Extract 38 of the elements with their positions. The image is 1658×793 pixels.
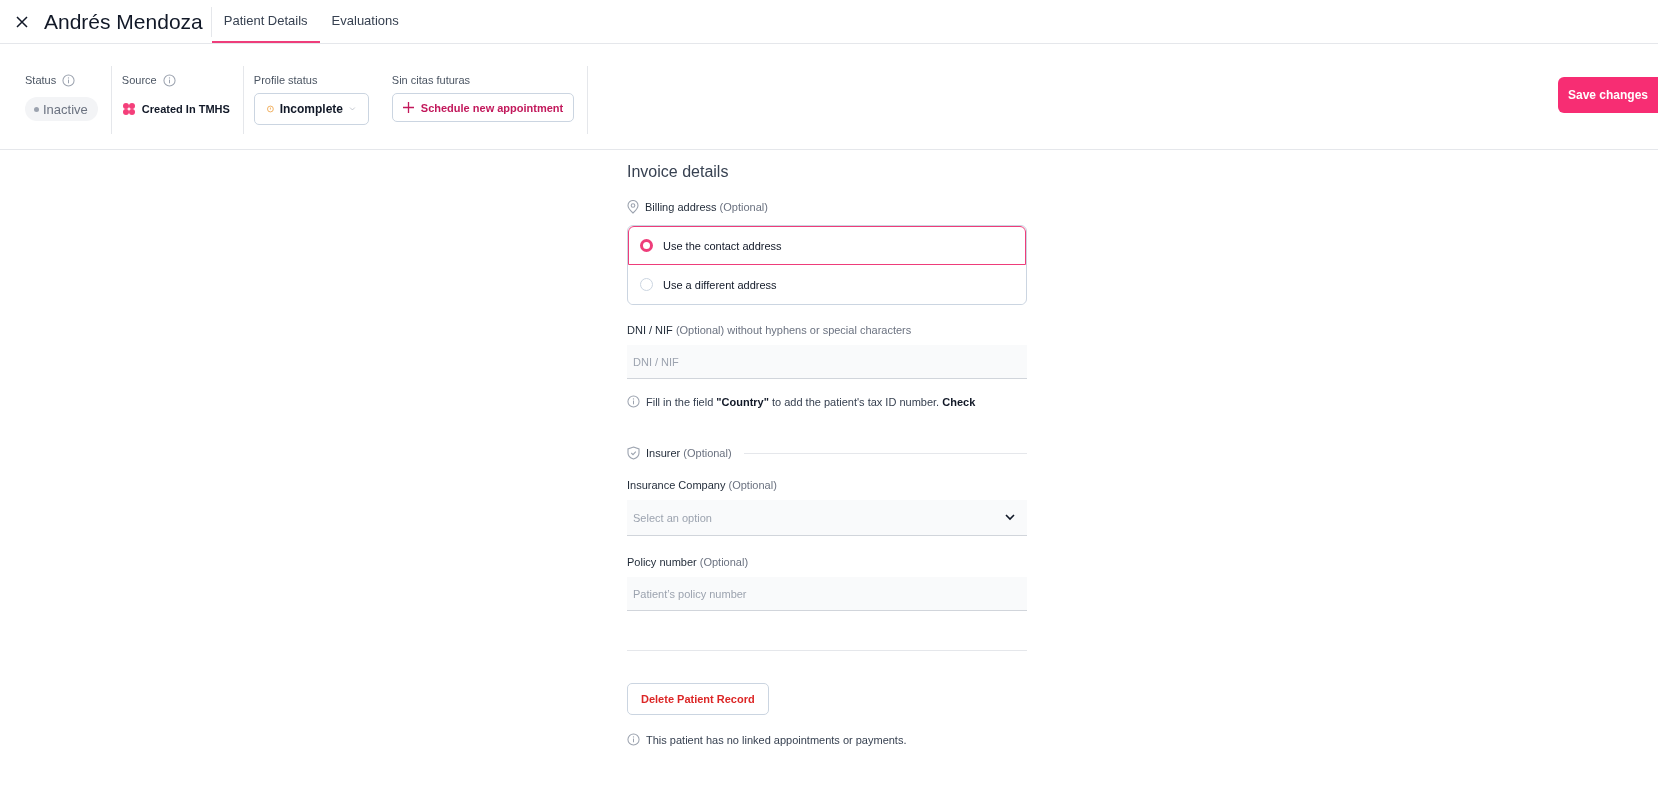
info-note: This patient has no linked appointments or payments. (646, 733, 907, 746)
field-label: Status (25, 74, 57, 86)
radio-button[interactable] (640, 239, 653, 252)
location-pin-icon (627, 200, 639, 214)
section-title: Invoice details (627, 163, 730, 182)
radio-label[interactable]: Use a different address (663, 278, 777, 291)
tax-id-input[interactable]: DNI / NIF (627, 345, 1027, 379)
info-icon (162, 73, 176, 87)
close-icon[interactable] (14, 13, 30, 30)
field-label: Policy number (Optional) (627, 556, 750, 568)
plus-icon (402, 102, 414, 113)
chevron-down-icon (1005, 514, 1015, 521)
field-label: Source (121, 74, 157, 86)
info-icon (627, 733, 640, 746)
section-label: Insurer (Optional) (646, 447, 732, 459)
schedule-appointment-button[interactable]: Schedule new appointment (391, 93, 575, 122)
profile-status-dropdown[interactable]: Incomplete (253, 93, 369, 125)
patient-name: Andrés Mendoza (44, 6, 212, 37)
field-label: Profile status (253, 74, 318, 86)
field-label: DNI / NIF (Optional) without hyphens or special characters (627, 324, 913, 336)
save-button[interactable]: Save changes (1557, 77, 1658, 113)
source-value: Created In TMHS (141, 103, 230, 115)
field-label: Insurance Company (Optional) (627, 479, 778, 491)
field-label: Billing address (Optional) (645, 201, 768, 213)
info-icon (62, 73, 76, 87)
field-label: Sin citas futuras (391, 74, 471, 86)
policy-number-input[interactable]: Patient’s policy number (627, 577, 1027, 611)
status-value: Inactive (43, 101, 88, 117)
delete-patient-button[interactable]: Delete Patient Record (627, 683, 769, 715)
hint-text: Fill in the field "Country" to add the patient's tax ID number. Check (646, 395, 976, 408)
status-dot-icon (34, 106, 39, 112)
alert-circle-icon (266, 102, 274, 116)
tab[interactable]: Patient Details (211, 0, 320, 43)
radio-label[interactable]: Use the contact address (663, 239, 782, 252)
shield-check-icon (627, 446, 640, 460)
flower-logo-icon (121, 102, 136, 116)
info-icon (627, 395, 640, 408)
tab[interactable]: Evaluations (319, 0, 411, 43)
